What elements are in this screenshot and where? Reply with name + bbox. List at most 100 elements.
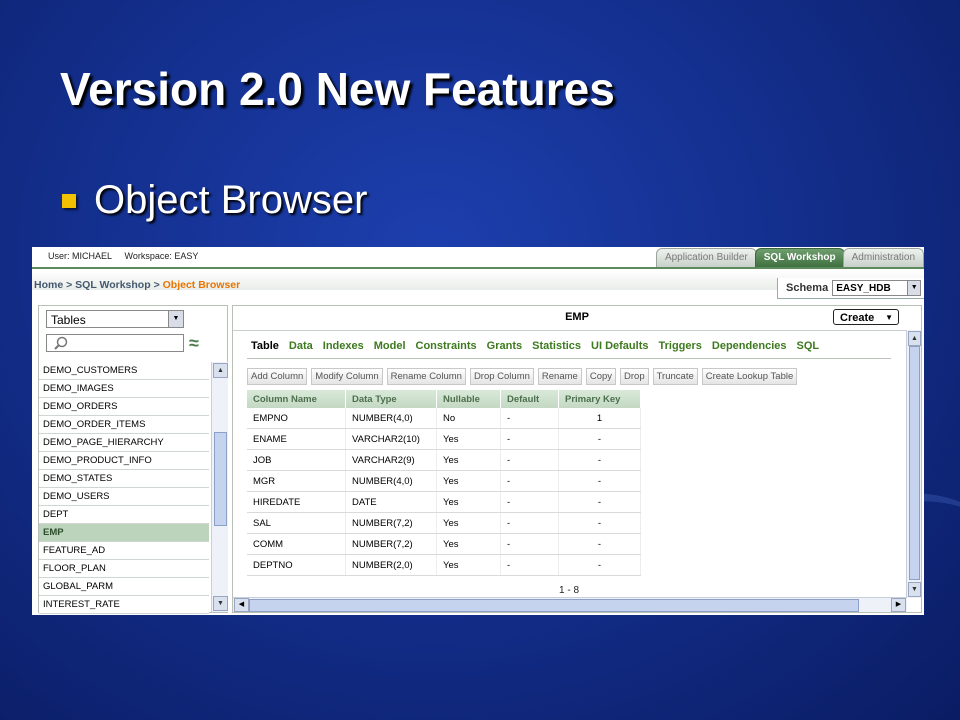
table-cell: Yes: [436, 533, 501, 555]
list-item[interactable]: DEMO_CUSTOMERS: [39, 362, 209, 380]
table-cell: Yes: [436, 512, 501, 534]
table-row: SAL NUMBER(7,2) Yes - -: [247, 512, 641, 534]
detail-horizontal-scrollbar[interactable]: ◀ ▶: [233, 597, 907, 612]
scroll-down-icon[interactable]: ▼: [213, 596, 228, 611]
drop-column-button[interactable]: Drop Column: [469, 368, 534, 385]
workspace-label: Workspace: EASY: [124, 251, 199, 261]
drop-button[interactable]: Drop: [620, 368, 649, 385]
scroll-right-icon[interactable]: ▶: [891, 598, 906, 612]
tab-application-builder[interactable]: Application Builder: [655, 248, 757, 267]
table-cell: Yes: [436, 491, 501, 513]
add-column-button[interactable]: Add Column: [247, 368, 308, 385]
list-item[interactable]: DEPT: [39, 506, 209, 524]
scroll-left-icon[interactable]: ◀: [234, 598, 249, 612]
table-cell: -: [558, 470, 641, 492]
table-cell: -: [558, 554, 641, 576]
list-item[interactable]: DEMO_STATES: [39, 470, 209, 488]
table-cell: NUMBER(7,2): [345, 512, 437, 534]
object-type-select[interactable]: Tables ▼: [46, 310, 184, 328]
column-header[interactable]: Nullable: [436, 390, 501, 408]
refresh-icon[interactable]: ≈: [189, 333, 199, 354]
breadcrumb-current: Object Browser: [162, 279, 241, 291]
scroll-up-icon[interactable]: ▲: [908, 331, 921, 346]
table-cell: -: [558, 533, 641, 555]
list-item[interactable]: DEMO_ORDER_ITEMS: [39, 416, 209, 434]
table-cell: -: [500, 470, 559, 492]
list-item[interactable]: GLOBAL_PARM: [39, 578, 209, 596]
table-cell: -: [500, 408, 559, 429]
scroll-thumb[interactable]: [909, 346, 920, 580]
column-header[interactable]: Default: [500, 390, 559, 408]
table-row: ENAME VARCHAR2(10) Yes - -: [247, 428, 641, 450]
table-row: JOB VARCHAR2(9) Yes - -: [247, 449, 641, 471]
subtab-ui-defaults[interactable]: UI Defaults: [591, 340, 648, 352]
object-list-scrollbar[interactable]: ▲ ▼: [211, 362, 228, 612]
object-search-input[interactable]: [46, 334, 184, 352]
table-cell: -: [558, 428, 641, 450]
list-item[interactable]: FLOOR_PLAN: [39, 560, 209, 578]
bullet-item: Object Browser: [62, 178, 367, 223]
scroll-up-icon[interactable]: ▲: [213, 363, 228, 378]
list-item[interactable]: INTEREST_RATE: [39, 596, 209, 614]
detail-vertical-scrollbar[interactable]: ▲ ▼: [906, 330, 921, 598]
tab-sql-workshop[interactable]: SQL Workshop: [754, 248, 845, 267]
subtab-indexes[interactable]: Indexes: [323, 340, 364, 352]
subtab-divider: [247, 358, 891, 359]
copy-button[interactable]: Copy: [585, 368, 617, 385]
create-button[interactable]: Create ▼: [833, 309, 899, 325]
schema-selector: Schema EASY_HDB ▼: [777, 278, 924, 299]
object-browser-screenshot: User: MICHAEL Workspace: EASY Applicatio…: [32, 247, 924, 615]
list-item[interactable]: FEATURE_AD: [39, 542, 209, 560]
table-cell: MGR: [247, 470, 346, 492]
subtab-constraints[interactable]: Constraints: [416, 340, 477, 352]
modify-column-button[interactable]: Modify Column: [311, 368, 383, 385]
list-item[interactable]: DEMO_PAGE_HIERARCHY: [39, 434, 209, 452]
subtab-model[interactable]: Model: [374, 340, 406, 352]
create-lookup-table-button[interactable]: Create Lookup Table: [701, 368, 798, 385]
breadcrumb-home[interactable]: Home: [34, 279, 63, 291]
bullet-square-icon: [62, 193, 76, 208]
action-toolbar: Add Column Modify Column Rename Column D…: [247, 368, 801, 385]
tab-underline: [32, 267, 924, 269]
breadcrumb-sql-workshop[interactable]: SQL Workshop: [75, 279, 150, 291]
tab-administration[interactable]: Administration: [842, 248, 924, 267]
subtab-data[interactable]: Data: [289, 340, 313, 352]
subtab-sql[interactable]: SQL: [797, 340, 820, 352]
rename-button[interactable]: Rename: [537, 368, 582, 385]
subtab-statistics[interactable]: Statistics: [532, 340, 581, 352]
table-cell: -: [500, 533, 559, 555]
scroll-thumb[interactable]: [249, 599, 859, 612]
rename-column-button[interactable]: Rename Column: [386, 368, 466, 385]
table-cell: -: [500, 491, 559, 513]
table-cell: Yes: [436, 470, 501, 492]
subtab-grants[interactable]: Grants: [487, 340, 522, 352]
table-cell: NUMBER(7,2): [345, 533, 437, 555]
subtab-table[interactable]: Table: [251, 340, 279, 352]
table-cell: Yes: [436, 554, 501, 576]
main-tabs: Application Builder SQL Workshop Adminis…: [655, 248, 924, 267]
truncate-button[interactable]: Truncate: [652, 368, 698, 385]
pagination-label: 1 - 8: [559, 585, 580, 596]
list-item[interactable]: DEMO_PRODUCT_INFO: [39, 452, 209, 470]
column-header[interactable]: Column Name: [247, 390, 346, 408]
scroll-down-icon[interactable]: ▼: [908, 582, 921, 597]
table-cell: SAL: [247, 512, 346, 534]
table-cell: Yes: [436, 428, 501, 450]
object-type-value: Tables: [51, 313, 86, 327]
column-header[interactable]: Data Type: [345, 390, 437, 408]
list-item[interactable]: DEMO_USERS: [39, 488, 209, 506]
table-cell: -: [500, 428, 559, 450]
scroll-thumb[interactable]: [214, 432, 227, 526]
list-item[interactable]: DEMO_IMAGES: [39, 380, 209, 398]
table-cell: COMM: [247, 533, 346, 555]
column-header[interactable]: Primary Key: [558, 390, 641, 408]
schema-select[interactable]: EASY_HDB ▼: [832, 280, 922, 296]
table-cell: ENAME: [247, 428, 346, 450]
breadcrumb-bar: Home > SQL Workshop > Object Browser Sch…: [32, 270, 924, 299]
chevron-down-icon: ▼: [907, 281, 921, 295]
subtab-dependencies[interactable]: Dependencies: [712, 340, 787, 352]
list-item-selected[interactable]: EMP: [39, 524, 209, 542]
table-row: EMPNO NUMBER(4,0) No - 1: [247, 408, 641, 429]
list-item[interactable]: DEMO_ORDERS: [39, 398, 209, 416]
subtab-triggers[interactable]: Triggers: [659, 340, 702, 352]
